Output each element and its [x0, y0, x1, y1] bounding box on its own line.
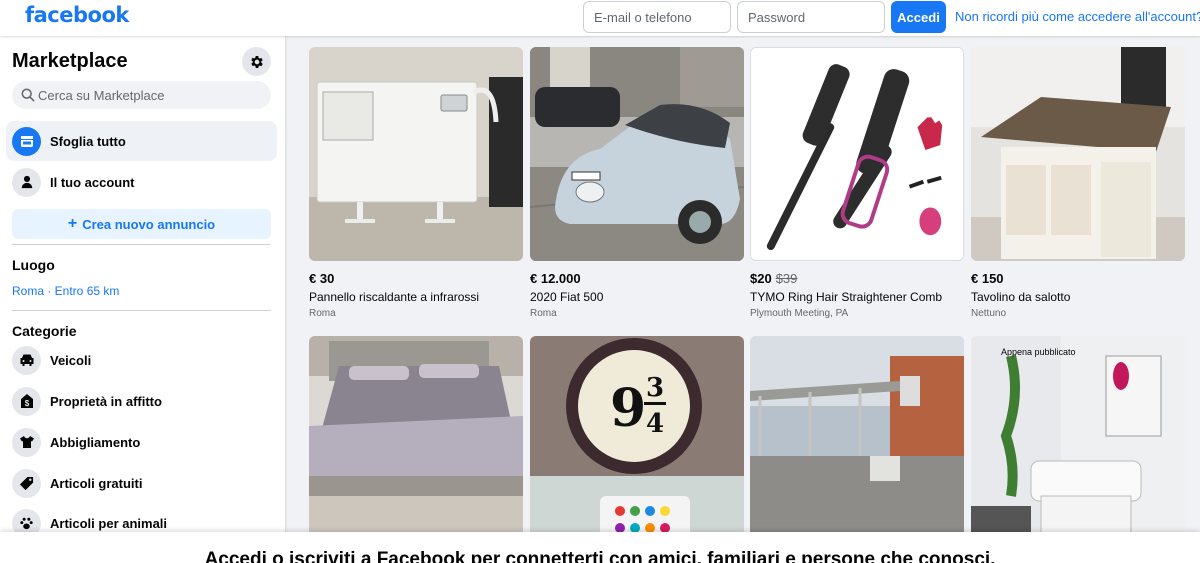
listing-title: 2020 Fiat 500	[530, 290, 604, 304]
car-icon	[12, 345, 41, 375]
location-filter[interactable]: Roma · Entro 65 km	[12, 284, 119, 298]
email-field[interactable]	[583, 1, 731, 33]
listing-card[interactable]	[750, 336, 964, 550]
facebook-logo[interactable]: facebook	[25, 3, 129, 27]
tag-icon	[12, 468, 41, 498]
banner-text: Accedi o iscriviti a Facebook per connet…	[204, 549, 996, 563]
login-button[interactable]: Accedi	[891, 1, 946, 33]
marketplace-search[interactable]	[12, 81, 271, 109]
gear-icon	[250, 55, 263, 68]
listing-location: Roma	[530, 308, 557, 319]
listing-card[interactable]: € 150 Tavolino da salotto Nettuno	[971, 47, 1185, 319]
category-clothing[interactable]: Abbigliamento	[6, 422, 277, 462]
listing-photo[interactable]	[309, 336, 523, 550]
listing-photo[interactable]: 9 3 4	[530, 336, 744, 550]
svg-text:$: $	[24, 399, 29, 408]
category-vehicles[interactable]: Veicoli	[6, 340, 277, 380]
login-prompt-banner: Accedi o iscriviti a Facebook per connet…	[0, 532, 1200, 563]
just-posted-badge: Appena pubblicato	[1001, 347, 1076, 357]
storefront-icon	[12, 126, 41, 156]
nav-browse-all[interactable]: Sfoglia tutto	[6, 121, 277, 161]
search-icon	[21, 88, 35, 102]
listing-card[interactable]: Appena pubblicato	[971, 336, 1185, 550]
sidebar: Marketplace Sfoglia tutto Il tuo account…	[0, 36, 285, 563]
listing-location: Plymouth Meeting, PA	[750, 308, 849, 319]
listing-price: $20 $39	[750, 271, 798, 286]
listing-photo[interactable]	[750, 336, 964, 550]
nav-label: Sfoglia tutto	[50, 133, 126, 149]
listing-card[interactable]	[309, 336, 523, 550]
listing-location: Nettuno	[971, 308, 1007, 319]
listing-title: Pannello riscaldante a infrarossi	[309, 290, 480, 304]
listing-card[interactable]: 9 3 4	[530, 336, 744, 550]
listing-card[interactable]: € 12.000 2020 Fiat 500 Roma	[530, 47, 744, 319]
listing-photo[interactable]	[971, 47, 1185, 261]
password-field[interactable]	[737, 1, 885, 33]
listing-old-price: $39	[775, 271, 798, 286]
rent-house-icon: $	[12, 386, 41, 416]
create-listing-button[interactable]: + Crea nuovo annuncio	[12, 209, 271, 239]
listing-photo[interactable]	[309, 47, 523, 261]
category-label: Veicoli	[50, 352, 92, 368]
svg-text:4: 4	[646, 409, 664, 439]
listing-price: € 12.000	[530, 271, 581, 286]
divider	[12, 244, 271, 245]
listing-price: € 150	[971, 271, 1004, 286]
shirt-icon	[12, 427, 41, 457]
listing-card[interactable]: € 30 Pannello riscaldante a infrarossi R…	[309, 47, 523, 319]
listing-card[interactable]: $20 $39 TYMO Ring Hair Straightener Comb …	[750, 47, 964, 319]
listing-photo[interactable]: Appena pubblicato	[971, 336, 1185, 550]
listing-photo[interactable]	[750, 47, 964, 261]
category-rentals[interactable]: $ Proprietà in affitto	[6, 381, 277, 421]
listing-title: TYMO Ring Hair Straightener Comb	[750, 290, 943, 304]
category-free[interactable]: Articoli gratuiti	[6, 463, 277, 503]
category-label: Articoli gratuiti	[50, 475, 143, 491]
settings-button[interactable]	[242, 47, 271, 76]
listing-title: Tavolino da salotto	[971, 290, 1071, 304]
nav-label: Il tuo account	[50, 174, 135, 190]
search-input[interactable]	[38, 81, 263, 109]
svg-text:3: 3	[646, 373, 664, 403]
nav-your-account[interactable]: Il tuo account	[6, 162, 277, 202]
category-label: Abbigliamento	[50, 434, 141, 450]
category-label: Articoli per animali	[50, 515, 168, 531]
listing-photo[interactable]	[530, 47, 744, 261]
plus-icon: +	[67, 215, 78, 232]
categories-title: Categorie	[12, 323, 77, 339]
create-listing-label: Crea nuovo annuncio	[82, 216, 216, 232]
listing-location: Roma	[309, 308, 336, 319]
location-title: Luogo	[12, 257, 55, 273]
listing-price: € 30	[309, 271, 335, 286]
forgot-account-link[interactable]: Non ricordi più come accedere all'accoun…	[955, 9, 1200, 24]
divider	[12, 310, 271, 311]
category-label: Proprietà in affitto	[50, 393, 162, 409]
svg-text:9: 9	[610, 378, 646, 439]
person-icon	[12, 167, 41, 197]
marketplace-title: Marketplace	[12, 50, 128, 72]
top-bar: facebook Accedi Non ricordi più come acc…	[0, 0, 1200, 36]
